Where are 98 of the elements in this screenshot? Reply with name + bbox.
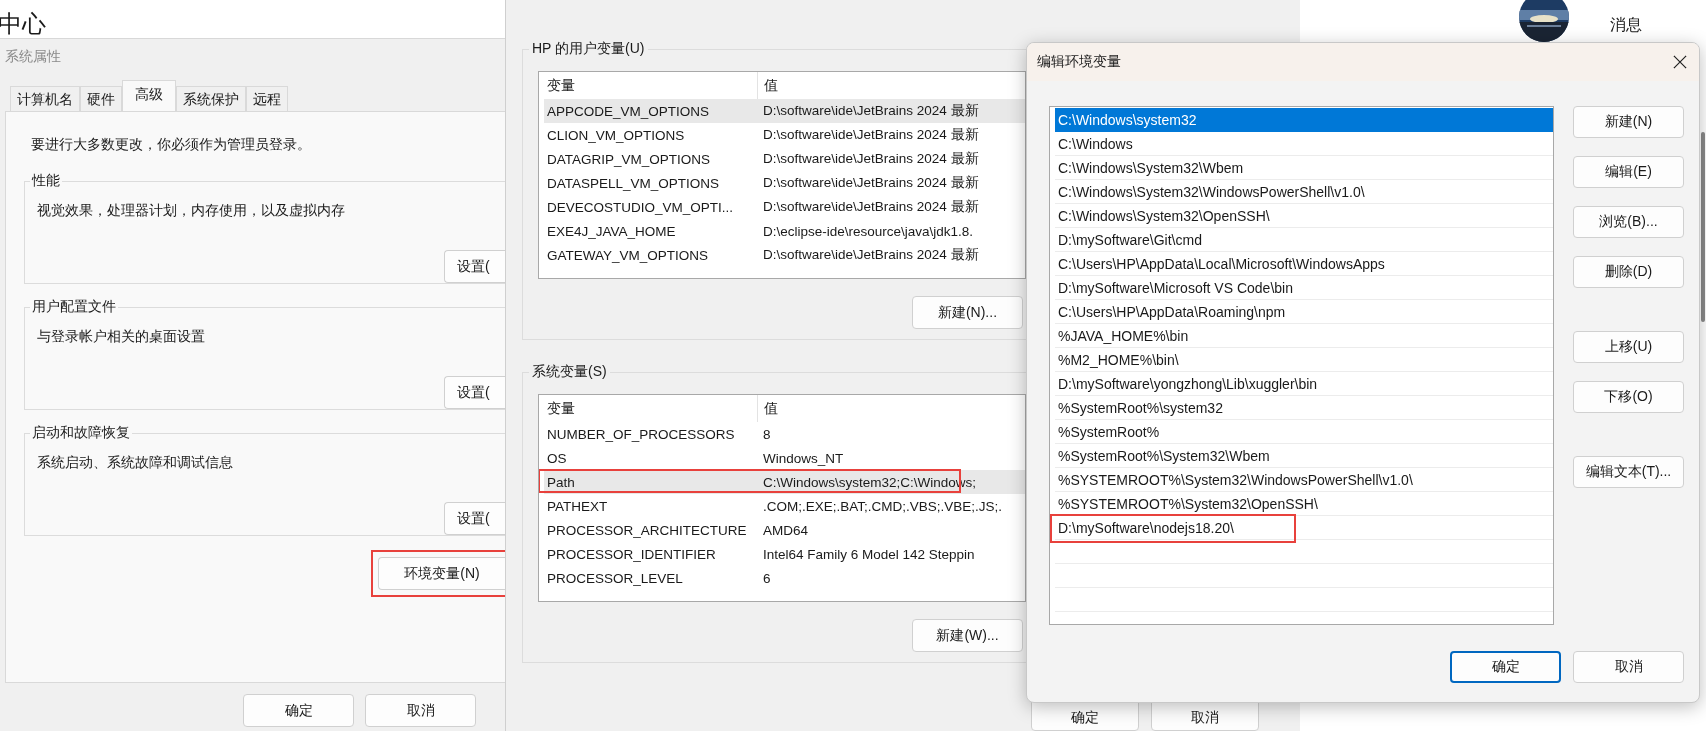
variable-value: .COM;.EXE;.BAT;.CMD;.VBS;.VBE;.JS;.: [762, 498, 1003, 514]
window-title: 系统属性: [4, 47, 62, 66]
variable-name: EXE4J_JAVA_HOME: [546, 223, 677, 239]
path-entry[interactable]: %JAVA_HOME%\bin: [1055, 324, 1553, 348]
column-header[interactable]: 值: [758, 395, 778, 422]
path-entry[interactable]: %SystemRoot%\System32\Wbem: [1055, 444, 1553, 468]
variable-row[interactable]: GATEWAY_VM_OPTIONS D:\software\ide\JetBrains 2024 最新: [544, 243, 1025, 267]
variable-row[interactable]: PROCESSOR_ARCHITECTURE AMD64: [544, 518, 1025, 542]
tab[interactable]: 系统保护: [176, 86, 246, 111]
variable-value: AMD64: [762, 522, 808, 538]
variable-row[interactable]: NUMBER_OF_PROCESSORS 8: [544, 422, 1025, 446]
variable-value: D:\software\ide\JetBrains 2024 最新: [762, 246, 979, 264]
action-button[interactable]: 删除(D): [1573, 256, 1684, 288]
environment-variables-button[interactable]: 环境变量(N): [378, 557, 505, 590]
tab[interactable]: 高级: [122, 80, 176, 111]
path-entry[interactable]: %SYSTEMROOT%\System32\WindowsPowerShell\v1.0\: [1055, 468, 1553, 492]
group-title: 系统变量(S): [531, 363, 608, 381]
new-button[interactable]: 新建(N)...: [912, 296, 1023, 329]
variable-name: DEVECOSTUDIO_VM_OPTI...: [546, 199, 735, 215]
variable-name: NUMBER_OF_PROCESSORS: [546, 426, 736, 442]
variable-row[interactable]: DATAGRIP_VM_OPTIONS D:\software\ide\JetBrains 2024 最新: [544, 147, 1025, 171]
path-entry[interactable]: D:\mySoftware\yongzhong\Lib\xuggler\bin: [1055, 372, 1553, 396]
page-title: 中心: [0, 9, 46, 39]
dialog-button[interactable]: 确定: [243, 694, 354, 727]
action-button[interactable]: 上移(U): [1573, 331, 1684, 363]
scrollbar-thumb[interactable]: [1701, 132, 1705, 322]
variable-name: CLION_VM_OPTIONS: [546, 127, 686, 143]
variable-name: PATHEXT: [546, 498, 609, 514]
path-entry[interactable]: %M2_HOME%\bin\: [1055, 348, 1553, 372]
path-entry[interactable]: D:\mySoftware\Git\cmd: [1055, 228, 1553, 252]
variable-name: APPCODE_VM_OPTIONS: [546, 103, 711, 119]
path-entry[interactable]: %SystemRoot%: [1055, 420, 1553, 444]
admin-note: 要进行大多数更改，你必须作为管理员登录。: [30, 135, 312, 154]
group-description: 视觉效果，处理器计划，内存使用，以及虚拟内存: [36, 201, 346, 220]
action-button[interactable]: 浏览(B)...: [1573, 206, 1684, 238]
close-icon[interactable]: [1673, 55, 1687, 69]
variable-row[interactable]: CLION_VM_OPTIONS D:\software\ide\JetBrains 2024 最新: [544, 123, 1025, 147]
variable-name: PROCESSOR_IDENTIFIER: [546, 546, 717, 562]
variable-row[interactable]: PATHEXT .COM;.EXE;.BAT;.CMD;.VBS;.VBE;.JS;.: [544, 494, 1025, 518]
variable-value: 6: [762, 570, 771, 586]
group-title: HP 的用户变量(U): [531, 40, 646, 58]
variable-name: Path: [546, 474, 576, 490]
variable-row[interactable]: DEVECOSTUDIO_VM_OPTI... D:\software\ide\JetBrains 2024 最新: [544, 195, 1025, 219]
variable-value: D:\software\ide\JetBrains 2024 最新: [762, 174, 979, 192]
variable-name: OS: [546, 450, 568, 466]
column-header[interactable]: 值: [758, 72, 778, 99]
group-title: 性能: [30, 172, 61, 190]
variable-row[interactable]: APPCODE_VM_OPTIONS D:\software\ide\JetBrains 2024 最新: [544, 99, 1025, 123]
variable-value: Intel64 Family 6 Model 142 Steppin: [762, 546, 975, 562]
path-entry[interactable]: %SYSTEMROOT%\System32\OpenSSH\: [1055, 492, 1553, 516]
variable-row[interactable]: EXE4J_JAVA_HOME D:\eclipse-ide\resource\java\jdk1.8.: [544, 219, 1025, 243]
path-entry[interactable]: C:\Windows\system32: [1055, 108, 1553, 132]
tab[interactable]: 硬件: [80, 86, 122, 111]
variable-row[interactable]: PROCESSOR_LEVEL 6: [544, 566, 1025, 590]
action-button[interactable]: 编辑文本(T)...: [1573, 456, 1684, 488]
variable-row[interactable]: PROCESSOR_IDENTIFIER Intel64 Family 6 Model 142 Steppin: [544, 542, 1025, 566]
path-entry[interactable]: C:\Windows\System32\WindowsPowerShell\v1.0\: [1055, 180, 1553, 204]
variable-name: DATAGRIP_VM_OPTIONS: [546, 151, 712, 167]
column-header[interactable]: 变量: [539, 395, 758, 422]
dialog-button[interactable]: 取消: [1573, 651, 1684, 683]
tab[interactable]: 远程: [246, 86, 288, 111]
path-entry[interactable]: %SystemRoot%\system32: [1055, 396, 1553, 420]
settings-button[interactable]: 设置(: [444, 250, 505, 283]
variable-value: 8: [762, 426, 771, 442]
path-entry[interactable]: C:\Users\HP\AppData\Local\Microsoft\WindowsApps: [1055, 252, 1553, 276]
group-description: 与登录帐户相关的桌面设置: [36, 327, 206, 346]
variable-value: Windows_NT: [762, 450, 844, 466]
new-button[interactable]: 新建(W)...: [912, 619, 1023, 652]
tab[interactable]: 计算机名: [10, 86, 80, 111]
dialog-button[interactable]: 确定: [1450, 651, 1561, 683]
action-button[interactable]: 新建(N): [1573, 106, 1684, 138]
group-title: 用户配置文件: [31, 298, 117, 316]
variable-value: D:\software\ide\JetBrains 2024 最新: [762, 150, 979, 168]
path-entry[interactable]: D:\mySoftware\nodejs18.20\: [1055, 516, 1553, 540]
messages-link[interactable]: 消息: [1610, 15, 1642, 36]
settings-button[interactable]: 设置(: [444, 376, 505, 409]
variable-value: D:\software\ide\JetBrains 2024 最新: [762, 126, 979, 144]
settings-button[interactable]: 设置(: [444, 502, 505, 535]
path-entry[interactable]: C:\Users\HP\AppData\Roaming\npm: [1055, 300, 1553, 324]
path-entry[interactable]: C:\Windows\System32\Wbem: [1055, 156, 1553, 180]
dialog-title: 编辑环境变量: [1037, 53, 1121, 71]
variable-name: PROCESSOR_ARCHITECTURE: [546, 522, 748, 538]
variable-name: GATEWAY_VM_OPTIONS: [546, 247, 710, 263]
variable-row[interactable]: OS Windows_NT: [544, 446, 1025, 470]
variable-name: PROCESSOR_LEVEL: [546, 570, 684, 586]
action-button[interactable]: 下移(O): [1573, 381, 1684, 413]
variable-value: D:\eclipse-ide\resource\java\jdk1.8.: [762, 223, 974, 239]
action-button[interactable]: 编辑(E): [1573, 156, 1684, 188]
variable-row[interactable]: DATASPELL_VM_OPTIONS D:\software\ide\JetBrains 2024 最新: [544, 171, 1025, 195]
group-description: 系统启动、系统故障和调试信息: [36, 453, 234, 472]
variable-value: D:\software\ide\JetBrains 2024 最新: [762, 102, 979, 120]
path-entry[interactable]: C:\Windows: [1055, 132, 1553, 156]
group-title: 启动和故障恢复: [31, 424, 131, 442]
path-entry[interactable]: D:\mySoftware\Microsoft VS Code\bin: [1055, 276, 1553, 300]
dialog-button[interactable]: 取消: [365, 694, 476, 727]
path-entry[interactable]: C:\Windows\System32\OpenSSH\: [1055, 204, 1553, 228]
variable-name: DATASPELL_VM_OPTIONS: [546, 175, 721, 191]
variable-value: D:\software\ide\JetBrains 2024 最新: [762, 198, 979, 216]
